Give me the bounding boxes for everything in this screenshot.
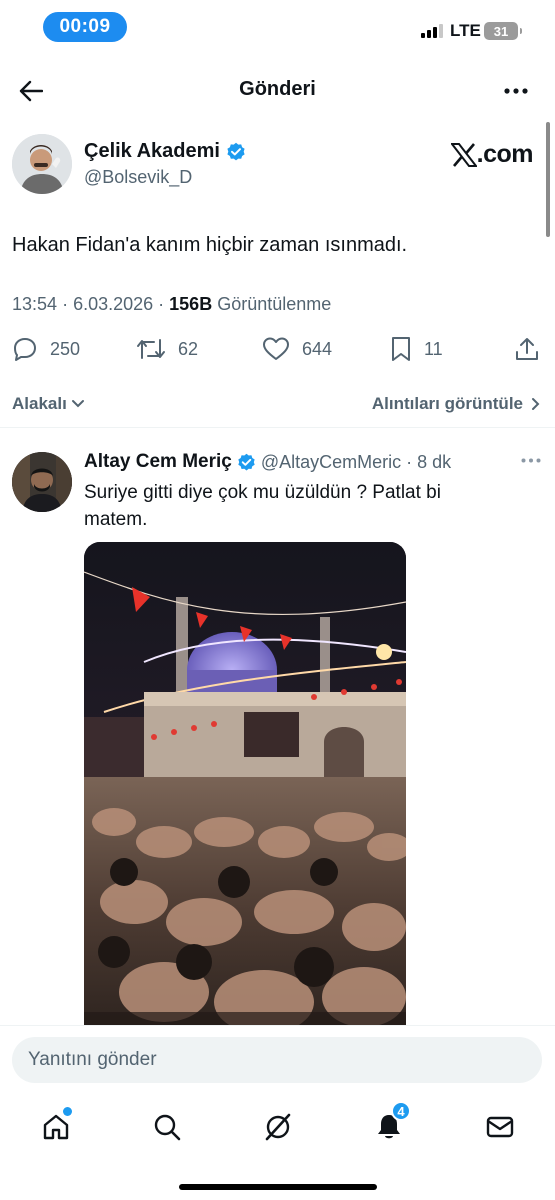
mail-icon — [486, 1116, 514, 1138]
notification-badge: 4 — [391, 1101, 411, 1121]
reply-button[interactable]: 250 — [12, 336, 80, 362]
home-icon — [43, 1114, 69, 1140]
more-options-button[interactable] — [499, 74, 533, 108]
bookmark-count: 11 — [424, 338, 443, 359]
signal-icon — [421, 22, 443, 38]
status-bar: 00:09 LTE 31 — [0, 0, 555, 54]
x-logo: .com — [450, 140, 534, 169]
views-count: 156B — [169, 294, 213, 314]
verified-badge-icon — [227, 142, 245, 160]
sort-dropdown[interactable]: Alakalı — [12, 394, 85, 414]
author-name[interactable]: Çelik Akademi — [84, 140, 246, 163]
view-quotes-link[interactable]: Alıntıları görüntüle — [372, 394, 541, 414]
tab-notifications[interactable]: 4 — [369, 1101, 411, 1147]
x-logo-text: .com — [476, 140, 534, 168]
top-nav: Gönderi — [0, 62, 555, 118]
share-button[interactable] — [514, 336, 540, 362]
tweet-actions: 250 62 644 11 — [0, 336, 555, 366]
x-icon — [450, 142, 477, 167]
tweet-date: 6.03.2026 — [73, 294, 154, 314]
tab-messages[interactable] — [480, 1107, 520, 1147]
reply-more-button[interactable] — [521, 450, 541, 468]
meta-separator: · — [158, 294, 170, 314]
verified-badge-icon — [238, 453, 255, 470]
reply-count: 250 — [50, 338, 81, 359]
reply-author-handle[interactable]: @AltayCemMeric — [261, 452, 401, 473]
chevron-down-icon — [71, 400, 84, 408]
reply-video[interactable] — [84, 542, 406, 1042]
share-icon — [516, 338, 538, 360]
more-icon — [504, 88, 528, 94]
reply-icon — [14, 338, 36, 361]
network-label: LTE — [450, 21, 481, 40]
home-unread-dot — [63, 1107, 72, 1116]
retweet-icon — [137, 339, 165, 359]
reply-sort-row: Alakalı Alıntıları görüntüle — [0, 384, 555, 428]
retweet-count: 62 — [178, 338, 199, 359]
reply-composer — [0, 1025, 555, 1095]
search-icon — [154, 1114, 181, 1141]
tab-home[interactable] — [36, 1107, 76, 1147]
views-label: Görüntülenme — [217, 294, 332, 314]
like-button[interactable]: 644 — [262, 336, 332, 362]
reply-text: Suriye gitti diye çok mu üzüldün ? Patla… — [84, 482, 441, 530]
more-icon — [521, 458, 541, 463]
sort-label: Alakalı — [12, 394, 67, 413]
reply-author-name[interactable]: Altay Cem Meriç — [84, 451, 232, 473]
heart-icon — [263, 337, 289, 360]
reply-separator: · — [406, 451, 413, 472]
author-avatar[interactable] — [12, 134, 72, 194]
video-frame-image — [84, 542, 406, 1042]
reply-input[interactable] — [12, 1037, 542, 1083]
author-name-text: Çelik Akademi — [84, 140, 220, 162]
home-indicator[interactable] — [179, 1184, 377, 1190]
reply-author-avatar[interactable] — [12, 452, 72, 512]
tab-grok[interactable] — [258, 1107, 298, 1147]
scrollbar[interactable] — [546, 122, 550, 237]
bookmark-icon — [392, 337, 410, 361]
chevron-right-icon — [532, 398, 540, 410]
meta-separator: · — [62, 294, 74, 314]
status-time: 00:09 — [43, 12, 127, 42]
tab-search[interactable] — [147, 1107, 187, 1147]
page-title: Gönderi — [239, 78, 316, 100]
battery-icon: 31 — [484, 22, 522, 40]
bookmark-button[interactable]: 11 — [390, 336, 443, 362]
like-count: 644 — [302, 338, 333, 359]
tweet-time: 13:54 — [12, 294, 58, 314]
tweet-text: Hakan Fidan'a kanım hiçbir zaman ısınmad… — [12, 234, 408, 256]
grok-icon — [265, 1113, 291, 1141]
retweet-button[interactable]: 62 — [136, 336, 198, 362]
reply-header: Altay Cem Meriç @AltayCemMeric · 8 dk — [84, 451, 451, 473]
view-quotes-label: Alıntıları görüntüle — [371, 394, 523, 413]
author-handle[interactable]: @Bolsevik_D — [84, 167, 192, 188]
tweet-meta: 13:54 · 6.03.2026 · 156B Görüntülenme — [12, 294, 331, 315]
reply-time: 8 dk — [417, 451, 452, 472]
